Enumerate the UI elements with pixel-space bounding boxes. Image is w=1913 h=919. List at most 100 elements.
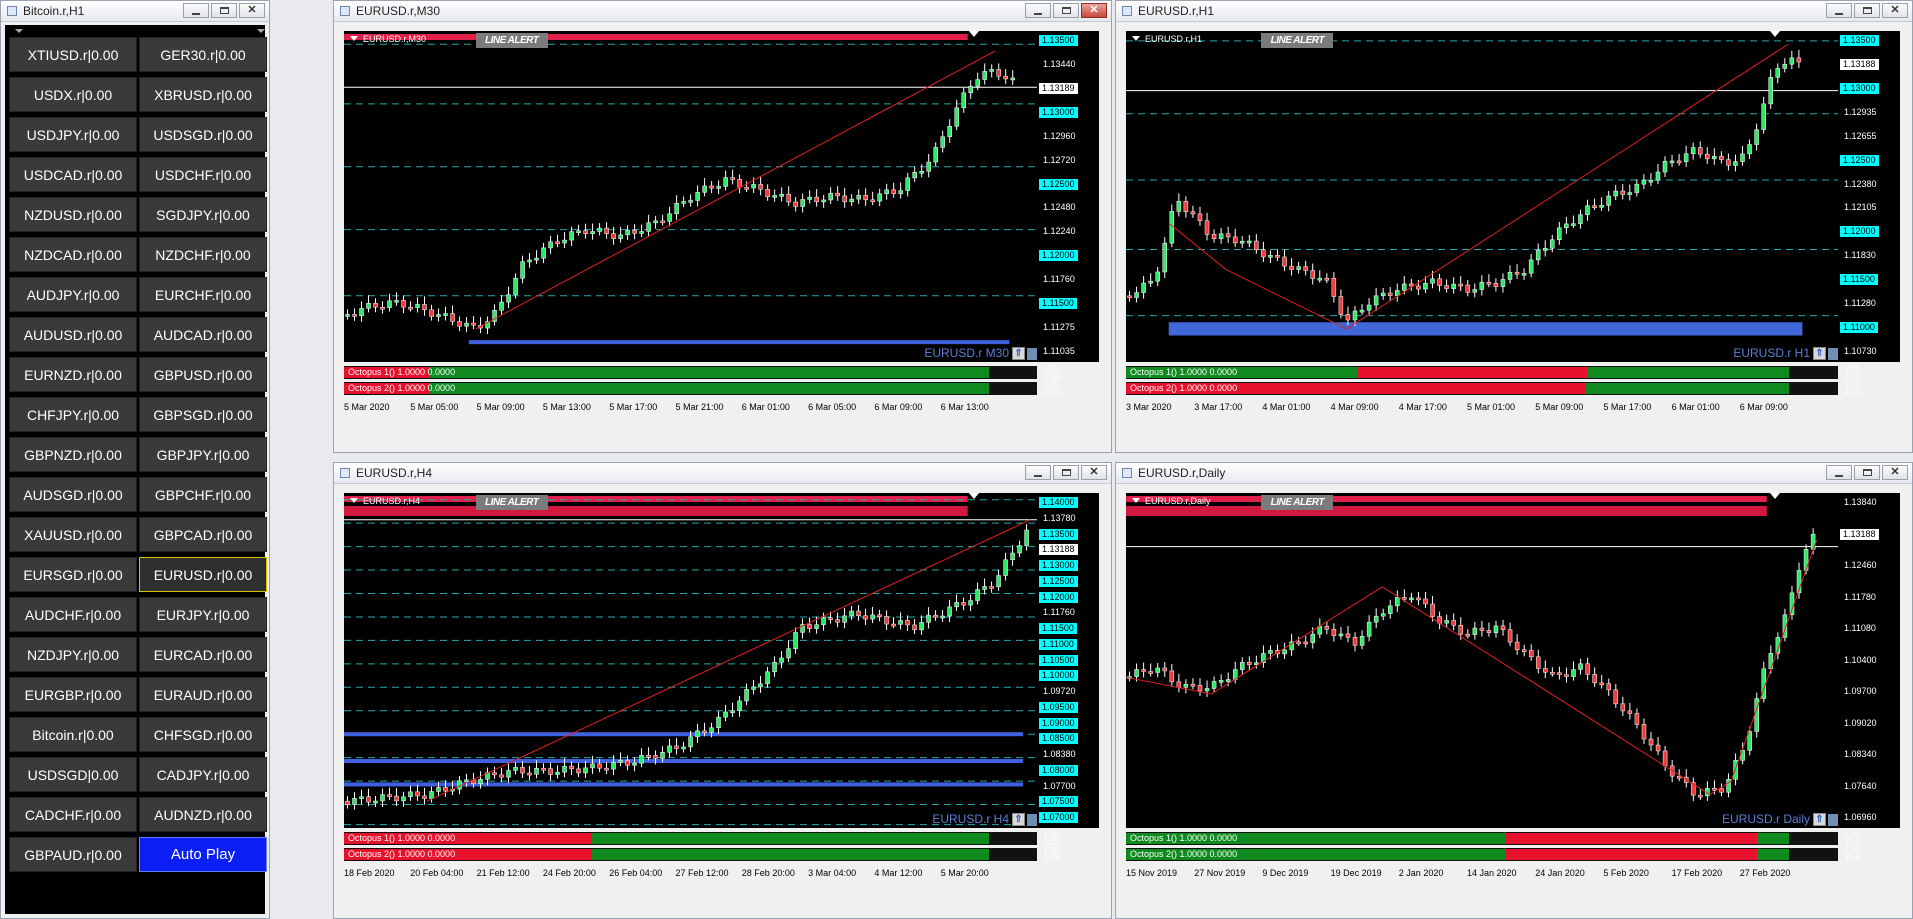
pair-button[interactable]: XAUUSD.r|0.00	[9, 517, 137, 552]
chart-shift-icon[interactable]: ⇑	[1813, 813, 1826, 826]
pair-button[interactable]: NZDJPY.r|0.00	[9, 637, 137, 672]
minimize-button[interactable]	[1025, 465, 1051, 480]
bullish-candle	[1683, 153, 1689, 163]
bullish-candle	[632, 762, 637, 766]
bullish-candle	[807, 196, 812, 200]
price-axis-label: 1.06960	[1844, 812, 1877, 822]
pair-button[interactable]: GBPCHF.r|0.00	[139, 477, 267, 512]
bearish-candle	[1324, 626, 1330, 630]
indicator-panel-2[interactable]: Octopus 2() 1.0000 0.0000	[344, 848, 1037, 861]
indicator-panel-1[interactable]: Octopus 1() 1.0000 0.0000	[1126, 366, 1838, 379]
pair-button[interactable]: AUDUSD.r|0.00	[9, 317, 137, 352]
bearish-candle	[863, 195, 868, 201]
pair-button[interactable]: Bitcoin.r|0.00	[9, 717, 137, 752]
chart-shift-icon[interactable]: ⇑	[1012, 813, 1025, 826]
chart-shift-icon[interactable]: ⇑	[1012, 347, 1025, 360]
indicator-panel-1[interactable]: Octopus 1() 1.0000 0.0000	[344, 832, 1037, 845]
pair-button[interactable]: GBPSGD.r|0.00	[139, 397, 267, 432]
chart-plot-area[interactable]: EURUSD.r,H1 LINE ALERT EURUSD.r H1 ⇑	[1126, 31, 1842, 362]
pair-button[interactable]: CHFSGD.r|0.00	[139, 717, 267, 752]
auto-play-button[interactable]: Auto Play	[139, 837, 267, 872]
maximize-button[interactable]	[211, 3, 237, 18]
minimize-button[interactable]	[1826, 465, 1852, 480]
chart-titlebar[interactable]: EURUSD.r,M30 ✕	[334, 1, 1111, 22]
pair-button[interactable]: EURGBP.r|0.00	[9, 677, 137, 712]
pair-button[interactable]: USDCAD.r|0.00	[9, 157, 137, 192]
chart-shift-icon[interactable]: ⇑	[1813, 347, 1826, 360]
maximize-button[interactable]	[1854, 3, 1880, 18]
maximize-button[interactable]	[1053, 3, 1079, 18]
pair-button[interactable]: USDSGD.r|0.00	[139, 117, 267, 152]
pair-button[interactable]: USDSGD|0.00	[9, 757, 137, 792]
pair-button[interactable]: USDCHF.r|0.00	[139, 157, 267, 192]
pair-button[interactable]: AUDCAD.r|0.00	[139, 317, 267, 352]
pair-button[interactable]: USDX.r|0.00	[9, 77, 137, 112]
line-alert-button[interactable]: LINE ALERT	[475, 495, 548, 510]
pair-button[interactable]: CHFJPY.r|0.00	[9, 397, 137, 432]
bearish-candle	[891, 189, 896, 194]
pair-button[interactable]: AUDCHF.r|0.00	[9, 597, 137, 632]
close-button[interactable]: ✕	[239, 3, 265, 18]
minimize-button[interactable]	[183, 3, 209, 18]
pair-button[interactable]: GER30.r|0.00	[139, 37, 267, 72]
indicator-panel-1[interactable]: Octopus 1() 1.0000 0.0000	[1126, 832, 1838, 845]
pair-button[interactable]: GBPCAD.r|0.00	[139, 517, 267, 552]
price-axis[interactable]: 1.13840 1.13188 1.12460 1.11780 1.11080 1.104…	[1838, 493, 1900, 828]
maximize-button[interactable]	[1053, 465, 1079, 480]
price-axis[interactable]: 1.14000 1.13780 1.13500 1.13188 1.13000 1.125…	[1037, 493, 1099, 828]
pair-button[interactable]: USDJPY.r|0.00	[9, 117, 137, 152]
indicator-panel-2[interactable]: Octopus 2() 1.0000 0.0000	[344, 382, 1037, 395]
pair-button[interactable]: XBRUSD.r|0.00	[139, 77, 267, 112]
close-button[interactable]: ✕	[1081, 465, 1107, 480]
indicator-panel-2[interactable]: Octopus 2() 1.0000 0.0000	[1126, 848, 1838, 861]
time-axis[interactable]: 15 Nov 2019 27 Nov 2019 9 Dec 2019 19 Dec 2…	[1126, 866, 1838, 882]
pair-button[interactable]: GBPAUD.r|0.00	[9, 837, 137, 872]
close-button[interactable]: ✕	[1081, 3, 1107, 18]
indicator-panel-1[interactable]: Octopus 1() 1.0000 0.0000	[344, 366, 1037, 379]
pair-button[interactable]: AUDSGD.r|0.00	[9, 477, 137, 512]
line-alert-button[interactable]: LINE ALERT	[1261, 33, 1334, 48]
price-axis[interactable]: 1.13500 1.13188 1.13000 1.12935 1.12655 1.125…	[1838, 31, 1900, 362]
pair-button[interactable]: XTIUSD.r|0.00	[9, 37, 137, 72]
time-axis[interactable]: 3 Mar 2020 3 Mar 17:00 4 Mar 01:00 4 Mar 09…	[1126, 400, 1838, 416]
pair-button[interactable]: EURSGD.r|0.00	[9, 557, 137, 592]
pair-button[interactable]: EURUSD.r|0.00	[139, 557, 267, 592]
price-axis[interactable]: 1.13500 1.13440 1.13189 1.13000 1.12960 1.127…	[1037, 31, 1099, 362]
chart-plot-area[interactable]: EURUSD.r,H4 LINE ALERT EURUSD.r H4 ⇑	[344, 493, 1041, 828]
time-axis-label: 24 Feb 20:00	[542, 868, 596, 878]
bearish-candle	[646, 755, 651, 758]
chart-titlebar[interactable]: EURUSD.r,H1 ✕	[1116, 1, 1912, 22]
chart-titlebar[interactable]: EURUSD.r,Daily ✕	[1116, 463, 1912, 484]
maximize-button[interactable]	[1854, 465, 1880, 480]
time-axis[interactable]: 18 Feb 2020 20 Feb 04:00 21 Feb 12:00 24 Fe…	[344, 866, 1037, 882]
pair-button[interactable]: CADCHF.r|0.00	[9, 797, 137, 832]
indicator-cell	[984, 849, 989, 860]
pair-button[interactable]: AUDNZD.r|0.00	[139, 797, 267, 832]
pair-button[interactable]: SGDJPY.r|0.00	[139, 197, 267, 232]
line-alert-button[interactable]: LINE ALERT	[1261, 495, 1334, 510]
minimize-button[interactable]	[1025, 3, 1051, 18]
time-axis[interactable]: 5 Mar 2020 5 Mar 05:00 5 Mar 09:00 5 Mar 13…	[344, 400, 1037, 416]
market-watch-titlebar[interactable]: Bitcoin.r,H1 ✕	[1, 1, 269, 22]
close-button[interactable]: ✕	[1882, 465, 1908, 480]
pair-button[interactable]: CADJPY.r|0.00	[139, 757, 267, 792]
pair-button[interactable]: GBPNZD.r|0.00	[9, 437, 137, 472]
chart-plot-area[interactable]: EURUSD.r,M30 LINE ALERT EURUSD.r M30 ⇑	[344, 31, 1041, 362]
pair-button[interactable]: AUDJPY.r|0.00	[9, 277, 137, 312]
pair-button[interactable]: EURCHF.r|0.00	[139, 277, 267, 312]
pair-button[interactable]: EURCAD.r|0.00	[139, 637, 267, 672]
pair-button[interactable]: EURNZD.r|0.00	[9, 357, 137, 392]
indicator-panel-2[interactable]: Octopus 2() 1.0000 0.0000	[1126, 382, 1838, 395]
close-button[interactable]: ✕	[1882, 3, 1908, 18]
pair-button[interactable]: GBPJPY.r|0.00	[139, 437, 267, 472]
pair-button[interactable]: NZDCAD.r|0.00	[9, 237, 137, 272]
line-alert-button[interactable]: LINE ALERT	[475, 33, 548, 48]
pair-button[interactable]: GBPUSD.r|0.00	[139, 357, 267, 392]
pair-button[interactable]: EURJPY.r|0.00	[139, 597, 267, 632]
minimize-button[interactable]	[1826, 3, 1852, 18]
pair-button[interactable]: NZDCHF.r|0.00	[139, 237, 267, 272]
chart-titlebar[interactable]: EURUSD.r,H4 ✕	[334, 463, 1111, 484]
chart-plot-area[interactable]: EURUSD.r,Daily LINE ALERT EURUSD.r Daily ⇑	[1126, 493, 1842, 828]
pair-button[interactable]: EURAUD.r|0.00	[139, 677, 267, 712]
pair-button[interactable]: NZDUSD.r|0.00	[9, 197, 137, 232]
